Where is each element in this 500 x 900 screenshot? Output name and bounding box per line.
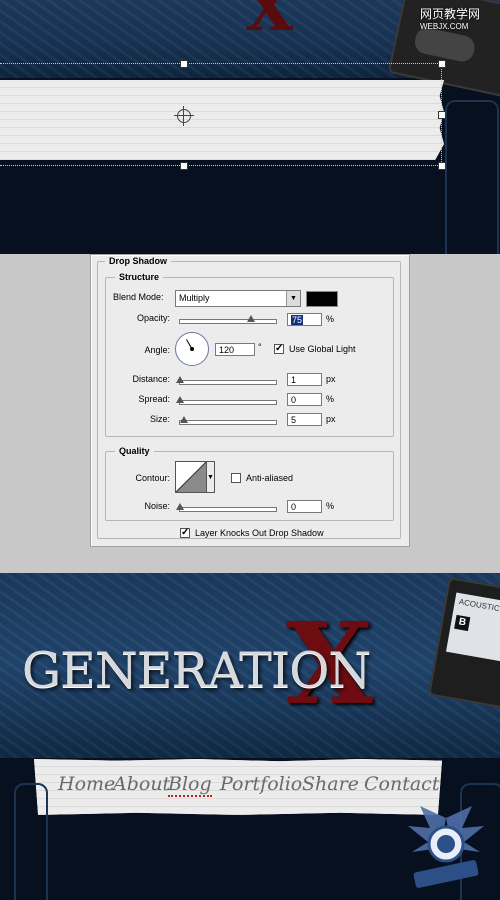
opacity-label: Opacity: xyxy=(136,313,170,323)
size-slider[interactable] xyxy=(179,420,277,425)
opacity-value: 75 xyxy=(291,315,304,325)
canvas-top: X 网页教学网 WEBJX.COM xyxy=(0,0,500,254)
decorative-frame-left xyxy=(14,783,48,900)
tape-label: ACOUSTIC B xyxy=(446,592,500,662)
logo-x-partial: X xyxy=(245,0,294,45)
torn-paper-layer[interactable] xyxy=(0,80,444,160)
spread-label: Spread: xyxy=(138,394,170,404)
logo-text: GENERATION xyxy=(22,642,371,699)
distance-unit: px xyxy=(326,374,336,384)
blend-mode-select[interactable]: Multiply ▼ xyxy=(175,290,301,307)
transform-handle-top-right[interactable] xyxy=(438,60,446,68)
distance-label: Distance: xyxy=(132,374,170,384)
result-preview: X GENERATION ACOUSTIC B Home About Blog … xyxy=(0,573,500,900)
distance-slider-thumb[interactable] xyxy=(176,376,184,383)
nav-blog[interactable]: Blog xyxy=(168,773,212,797)
drop-shadow-dialog: Drop Shadow Structure Blend Mode: Multip… xyxy=(90,254,410,547)
dialog-title: Drop Shadow xyxy=(105,256,171,266)
opacity-input[interactable]: 75 xyxy=(287,313,322,326)
transform-bound-bottom xyxy=(0,165,442,166)
noise-slider[interactable] xyxy=(179,507,277,512)
distance-slider[interactable] xyxy=(179,380,277,385)
layer-knocks-out-label[interactable]: Layer Knocks Out Drop Shadow xyxy=(195,528,324,538)
distance-input[interactable]: 1 xyxy=(287,373,322,386)
structure-title: Structure xyxy=(115,272,164,282)
transform-handle-bottom[interactable] xyxy=(180,162,188,170)
anti-aliased-checkbox[interactable] xyxy=(231,473,241,483)
watermark-text: 网页教学网 xyxy=(420,7,481,21)
nav-portfolio[interactable]: Portfolio xyxy=(220,773,302,795)
spread-unit: % xyxy=(326,394,335,404)
angle-label: Angle: xyxy=(144,345,170,355)
use-global-light-label[interactable]: Use Global Light xyxy=(289,344,356,354)
angle-dial[interactable] xyxy=(175,332,209,366)
opacity-unit: % xyxy=(326,314,335,324)
nav-contact[interactable]: Contact xyxy=(364,773,439,795)
noise-unit: % xyxy=(326,501,335,511)
blend-mode-value: Multiply xyxy=(179,293,210,303)
nav-about[interactable]: About xyxy=(113,773,170,795)
transform-bound-top xyxy=(0,63,442,64)
opacity-slider-thumb[interactable] xyxy=(247,315,255,322)
contour-picker[interactable] xyxy=(175,461,207,493)
layer-knocks-out-checkbox[interactable]: ✓ xyxy=(180,528,190,538)
chevron-down-icon[interactable]: ▼ xyxy=(286,291,300,306)
spread-slider-thumb[interactable] xyxy=(176,396,184,403)
opacity-slider[interactable] xyxy=(179,319,277,324)
tape-side: B xyxy=(454,614,471,632)
contour-dropdown-chevron-icon[interactable]: ▼ xyxy=(206,461,215,493)
size-slider-thumb[interactable] xyxy=(180,416,188,423)
size-label: Size: xyxy=(149,414,170,424)
spread-slider[interactable] xyxy=(179,400,277,405)
blend-mode-label: Blend Mode: xyxy=(113,292,164,302)
anti-aliased-label[interactable]: Anti-aliased xyxy=(246,473,293,483)
noise-label: Noise: xyxy=(144,501,170,511)
contour-preview-icon xyxy=(176,462,206,492)
contour-label: Contour: xyxy=(135,473,170,483)
nav-share[interactable]: Share xyxy=(302,773,359,795)
size-input[interactable]: 5 xyxy=(287,413,322,426)
reference-point-icon[interactable] xyxy=(174,106,194,126)
quality-title: Quality xyxy=(115,446,154,456)
watermark-url: WEBJX.COM xyxy=(420,22,469,31)
shadow-color-swatch[interactable] xyxy=(306,291,338,307)
angle-input[interactable]: 120 xyxy=(215,343,255,356)
angle-unit: ° xyxy=(258,342,262,352)
size-unit: px xyxy=(326,414,336,424)
winged-emblem-logo xyxy=(408,806,484,888)
noise-slider-thumb[interactable] xyxy=(176,503,184,510)
spread-input[interactable]: 0 xyxy=(287,393,322,406)
decorative-frame xyxy=(445,100,499,254)
use-global-light-checkbox[interactable]: ✓ xyxy=(274,344,284,354)
noise-input[interactable]: 0 xyxy=(287,500,322,513)
angle-dial-indicator-icon xyxy=(186,339,194,351)
tape-label-text: ACOUSTIC xyxy=(458,597,500,614)
transform-handle-top[interactable] xyxy=(180,60,188,68)
nav-home[interactable]: Home xyxy=(58,773,115,795)
